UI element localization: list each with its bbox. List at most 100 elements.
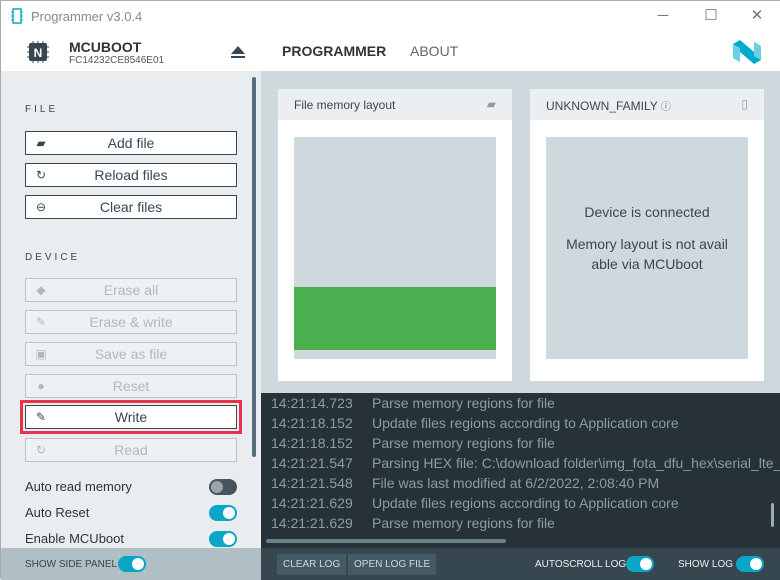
log-message: File was last modified at 6/2/2022, 2:08… <box>372 475 660 491</box>
device-memory-layout-card: UNKNOWN_FAMILY ⓘ ▯ Device is connected Me… <box>530 89 764 381</box>
card-title: File memory layout <box>294 98 396 112</box>
auto-read-memory-toggle[interactable] <box>209 479 237 495</box>
save-as-file-button[interactable]: ▣ Save as file <box>25 342 237 366</box>
read-label: Read <box>114 442 148 458</box>
pencil-icon: ✎ <box>35 410 47 424</box>
file-section-title: FILE <box>25 104 59 115</box>
sidebar-scrollbar[interactable] <box>252 77 256 457</box>
log-message: Update files regions according to Applic… <box>372 495 679 511</box>
device-name: MCUBOOT <box>69 39 142 55</box>
clear-files-button[interactable]: ⊖ Clear files <box>25 195 237 219</box>
card-header: File memory layout ▰ <box>278 89 512 120</box>
reload-icon: ↻ <box>35 443 47 457</box>
card-title: UNKNOWN_FAMILY <box>546 99 658 113</box>
memory-layout-message-cont: able via MCUboot <box>591 256 703 272</box>
pencil-icon: ✎ <box>35 315 47 329</box>
minimize-button[interactable]: ─ <box>648 5 678 27</box>
device-chip-icon: N <box>27 41 49 63</box>
log-message: Parsing HEX file: C:\download folder\img… <box>372 455 780 471</box>
log-timestamp: 14:21:21.547 <box>271 455 353 471</box>
auto-reset-label: Auto Reset <box>25 505 90 520</box>
write-label: Write <box>114 409 148 425</box>
clear-log-button[interactable]: CLEAR LOG <box>277 554 347 575</box>
erase-write-label: Erase & write <box>89 314 173 330</box>
device-section-title: DEVICE <box>25 252 81 263</box>
write-button[interactable]: ✎ Write <box>25 405 237 429</box>
auto-read-memory-label: Auto read memory <box>25 479 132 494</box>
maximize-button[interactable]: ☐ <box>696 5 726 27</box>
close-button[interactable]: ✕ <box>742 5 772 27</box>
log-timestamp: 14:21:21.548 <box>271 475 353 491</box>
show-side-panel-label: SHOW SIDE PANEL <box>25 559 118 570</box>
window-title: Programmer v3.0.4 <box>31 9 143 24</box>
log-message: Parse memory regions for file <box>372 515 555 531</box>
reset-button[interactable]: ● Reset <box>25 374 237 398</box>
autoscroll-log-toggle[interactable] <box>626 556 654 572</box>
device-serial: FC14232CE8546E01 <box>69 55 165 66</box>
log-entry: 14:21:21.548 File was last modified at 6/… <box>271 475 659 491</box>
log-entry: 14:21:18.152 Parse memory regions for fil… <box>271 435 555 451</box>
read-button[interactable]: ↻ Read <box>25 438 237 462</box>
add-file-label: Add file <box>107 135 155 151</box>
log-timestamp: 14:21:14.723 <box>271 395 353 411</box>
log-panel: 14:21:14.723 Parse memory regions for fil… <box>261 393 780 548</box>
reload-icon: ↻ <box>35 168 47 182</box>
file-memory-layout-card: File memory layout ▰ <box>278 89 512 381</box>
tab-programmer[interactable]: PROGRAMMER <box>282 43 386 59</box>
save-icon: ▣ <box>35 347 47 361</box>
log-entry: 14:21:21.629 Update files regions accordi… <box>271 495 679 511</box>
log-message: Update files regions according to Applic… <box>372 415 679 431</box>
log-timestamp: 14:21:21.629 <box>271 495 353 511</box>
reload-files-button[interactable]: ↻ Reload files <box>25 163 237 187</box>
circle-icon: ● <box>37 379 45 393</box>
show-log-label: SHOW LOG <box>678 559 734 570</box>
folder-open-icon: ▰ <box>36 136 46 150</box>
show-log-toggle[interactable] <box>736 556 764 572</box>
enable-mcuboot-row: Enable MCUboot <box>25 531 237 547</box>
log-entry: 14:21:14.723 Parse memory regions for fil… <box>271 395 555 411</box>
log-timestamp: 14:21:18.152 <box>271 435 353 451</box>
clear-files-label: Clear files <box>99 199 163 215</box>
device-connected-text: Device is connected <box>584 204 710 220</box>
minus-circle-icon: ⊖ <box>35 200 47 214</box>
eject-icon[interactable] <box>230 45 246 59</box>
auto-reset-toggle[interactable] <box>209 505 237 521</box>
show-side-panel-toggle[interactable] <box>118 556 146 572</box>
eraser-icon: ◆ <box>36 283 46 297</box>
save-as-file-label: Save as file <box>94 346 168 362</box>
log-message: Parse memory regions for file <box>372 395 555 411</box>
title-bar: Programmer v3.0.4 ─ ☐ ✕ <box>1 1 780 32</box>
log-timestamp: 14:21:21.629 <box>271 515 353 531</box>
info-icon[interactable]: ⓘ <box>661 102 671 113</box>
log-entry: 14:21:21.629 Parse memory regions for fil… <box>271 515 555 531</box>
auto-reset-row: Auto Reset <box>25 505 237 521</box>
file-memory-map <box>294 137 496 359</box>
log-entry: 14:21:21.547 Parsing HEX file: C:\downloa… <box>271 455 780 471</box>
nordic-logo-icon <box>733 40 761 64</box>
log-timestamp: 14:21:18.152 <box>271 415 353 431</box>
card-header: UNKNOWN_FAMILY ⓘ ▯ <box>530 89 764 120</box>
memory-region[interactable] <box>294 287 496 350</box>
erase-all-label: Erase all <box>103 282 159 298</box>
enable-mcuboot-toggle[interactable] <box>209 531 237 547</box>
log-message: Parse memory regions for file <box>372 435 555 451</box>
auto-read-memory-row: Auto read memory <box>25 479 237 495</box>
side-panel-footer: SHOW SIDE PANEL <box>1 548 261 580</box>
log-entry: 14:21:18.152 Update files regions accordi… <box>271 415 679 431</box>
open-log-file-button[interactable]: OPEN LOG FILE <box>348 554 437 575</box>
erase-write-button[interactable]: ✎ Erase & write <box>25 310 237 334</box>
device-memory-map: Device is connected Memory layout is not… <box>546 137 748 359</box>
reload-files-label: Reload files <box>94 167 168 183</box>
enable-mcuboot-label: Enable MCUboot <box>25 531 124 546</box>
chip-icon: ▯ <box>741 97 748 111</box>
folder-icon[interactable]: ▰ <box>487 97 496 111</box>
tab-about[interactable]: ABOUT <box>410 43 458 59</box>
add-file-button[interactable]: ▰ Add file <box>25 131 237 155</box>
autoscroll-log-label: AUTOSCROLL LOG <box>535 559 627 570</box>
svg-text:N: N <box>34 46 43 60</box>
log-vertical-scrollbar[interactable] <box>771 503 774 527</box>
reset-label: Reset <box>112 378 150 394</box>
erase-all-button[interactable]: ◆ Erase all <box>25 278 237 302</box>
chip-icon <box>11 8 23 24</box>
log-horizontal-scrollbar[interactable] <box>266 539 506 543</box>
